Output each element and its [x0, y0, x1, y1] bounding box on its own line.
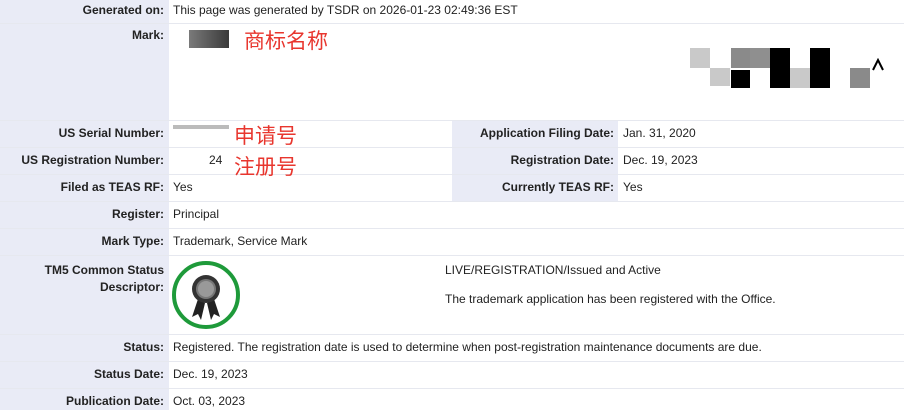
- status-date-value: Dec. 19, 2023: [173, 367, 248, 381]
- filing-date-value: Jan. 31, 2020: [623, 126, 696, 140]
- tm5-row: TM5 Common Status Descriptor: LIVE/REGIS…: [0, 256, 904, 335]
- registration-date-label: Registration Date:: [452, 148, 618, 174]
- status-date-label: Status Date:: [0, 362, 169, 388]
- registered-badge-icon: [172, 261, 240, 329]
- status-label: Status:: [0, 335, 169, 361]
- teas-rf-row: Filed as TEAS RF: Yes Currently TEAS RF:…: [0, 175, 904, 202]
- current-teas-rf-value: Yes: [623, 180, 643, 194]
- tm5-label: TM5 Common Status Descriptor:: [0, 256, 169, 334]
- redacted-serial: [173, 125, 229, 129]
- teas-rf-value: Yes: [173, 180, 193, 194]
- registration-date-value: Dec. 19, 2023: [623, 153, 698, 167]
- publication-date-value: Oct. 03, 2023: [173, 394, 246, 408]
- serial-label: US Serial Number:: [0, 121, 169, 147]
- tm5-status-title: LIVE/REGISTRATION/Issued and Active: [445, 263, 661, 277]
- status-value: Registered. The registration date is use…: [173, 340, 762, 354]
- tm5-status-description: The trademark application has been regis…: [445, 292, 776, 306]
- mark-type-label: Mark Type:: [0, 229, 169, 255]
- teas-rf-label: Filed as TEAS RF:: [0, 175, 169, 201]
- tm5-label-line1: TM5 Common Status: [44, 263, 164, 277]
- register-label: Register:: [0, 202, 169, 228]
- redacted-mark-text: [189, 30, 229, 48]
- mark-label-text: Mark:: [131, 28, 164, 42]
- tm5-label-line2: Descriptor:: [99, 280, 164, 294]
- mark-type-value: Trademark, Service Mark: [173, 234, 308, 248]
- generated-label: Generated on:: [0, 0, 169, 23]
- publication-date-row: Publication Date: Oct. 03, 2023: [0, 389, 904, 410]
- filing-date-label: Application Filing Date:: [452, 121, 618, 147]
- status-row: Status: Registered. The registration dat…: [0, 335, 904, 362]
- registration-number-label: US Registration Number:: [0, 148, 169, 174]
- current-teas-rf-label: Currently TEAS RF:: [452, 175, 618, 201]
- status-date-row: Status Date: Dec. 19, 2023: [0, 362, 904, 389]
- generated-row: Generated on: This page was generated by…: [0, 0, 904, 24]
- registration-number-value: 24: [209, 153, 223, 167]
- mark-row: Mark: 商标名称: [0, 24, 904, 121]
- serial-annotation: 申请号: [234, 124, 297, 148]
- mark-label: Mark:: [0, 24, 169, 120]
- generated-value: This page was generated by TSDR on 2026-…: [173, 3, 518, 17]
- publication-date-label: Publication Date:: [0, 389, 169, 410]
- registration-number-row: US Registration Number: 24 注册号 Registrat…: [0, 148, 904, 179]
- caret-glyph: [872, 58, 884, 71]
- mark-type-row: Mark Type: Trademark, Service Mark: [0, 229, 904, 256]
- serial-row: US Serial Number: 申请号 Application Filing…: [0, 121, 904, 148]
- mark-image: [690, 48, 900, 118]
- register-row: Register: Principal: [0, 202, 904, 229]
- mark-annotation: 商标名称: [244, 29, 328, 53]
- register-value: Principal: [173, 207, 220, 221]
